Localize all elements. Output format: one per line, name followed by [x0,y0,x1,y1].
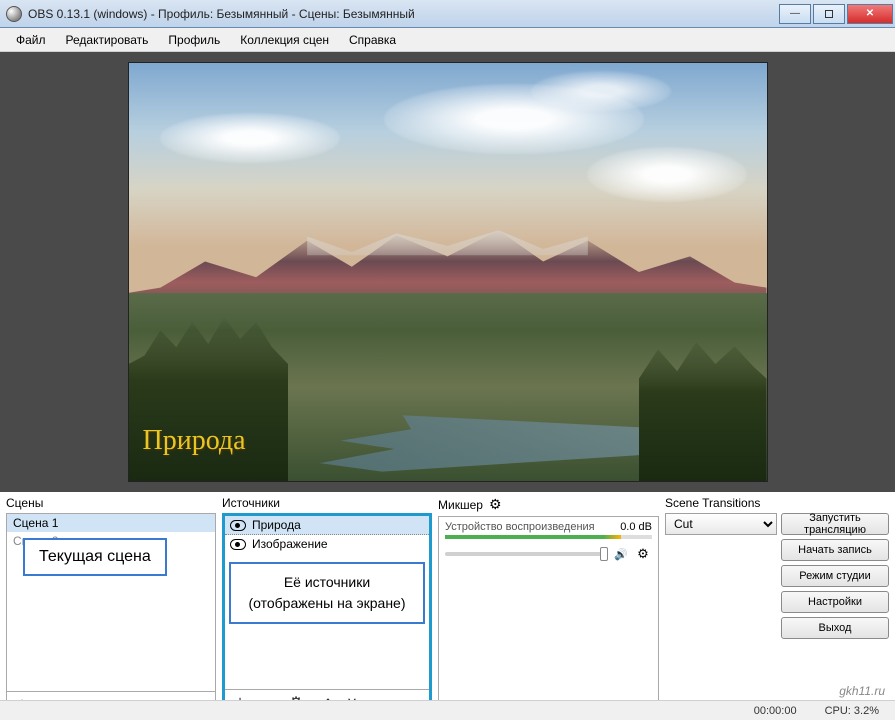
menu-edit[interactable]: Редактировать [56,30,159,50]
status-cpu: CPU: 3.2% [825,705,879,717]
menu-profile[interactable]: Профиль [158,30,230,50]
source-label: Природа [252,518,301,532]
window-title: OBS 0.13.1 (windows) - Профиль: Безымянн… [28,7,415,21]
source-item[interactable]: Природа [225,516,429,535]
sources-list: Природа Изображение Её источники (отобра… [222,513,432,718]
mixer-db-value: 0.0 dB [620,521,652,533]
mixer-mute-button[interactable] [612,545,630,563]
window-close-button[interactable]: ✕ [847,4,893,24]
status-time: 00:00:00 [754,705,797,717]
statusbar: 00:00:00 CPU: 3.2% [0,700,895,720]
menu-help[interactable]: Справка [339,30,406,50]
mixer-meter [445,535,652,539]
mixer-channel-settings-button[interactable] [634,545,652,563]
studio-mode-button[interactable]: Режим студии [781,565,889,587]
mixer-settings-icon[interactable] [489,496,502,513]
annotation-current-scene: Текущая сцена [23,538,167,576]
source-item[interactable]: Изображение [225,535,429,553]
scenes-panel: Сцены Сцена 1 Сцена 2 Текущая сцена + − … [6,496,216,718]
settings-button[interactable]: Настройки [781,591,889,613]
preview-canvas[interactable]: Природа [128,62,768,482]
menubar: Файл Редактировать Профиль Коллекция сце… [0,28,895,52]
mixer-body: Устройство воспроизведения 0.0 dB [438,516,659,718]
scenes-title: Сцены [6,496,216,513]
window-minimize-button[interactable]: — [779,4,811,24]
exit-button[interactable]: Выход [781,617,889,639]
sources-title: Источники [222,496,432,513]
menu-scene-collection[interactable]: Коллекция сцен [230,30,339,50]
scenes-list: Сцена 1 Сцена 2 Текущая сцена + − ∧ ∨ [6,513,216,718]
preview-area: Природа [0,52,895,492]
scene-item[interactable]: Сцена 1 [7,514,215,532]
start-record-button[interactable]: Начать запись [781,539,889,561]
start-stream-button[interactable]: Запустить трансляцию [781,513,889,535]
main-controls: Начать запись Режим студии Настройки Вых… [665,539,889,639]
mixer-volume-slider[interactable] [445,552,608,556]
mixer-title: Микшер [438,496,659,516]
window-controls: — ✕ [779,4,895,24]
app-icon [6,6,22,22]
preview-overlay-text: Природа [143,425,246,457]
annotation-sources: Её источники (отображены на экране) [229,562,425,624]
mixer-panel: Микшер Устройство воспроизведения 0.0 dB [438,496,659,718]
watermark: gkh11.ru [839,684,885,698]
window-titlebar: OBS 0.13.1 (windows) - Профиль: Безымянн… [0,0,895,28]
window-maximize-button[interactable] [813,4,845,24]
bottom-dock: Сцены Сцена 1 Сцена 2 Текущая сцена + − … [0,492,895,720]
mixer-channel: Устройство воспроизведения 0.0 dB [439,517,658,567]
visibility-icon[interactable] [230,539,246,550]
source-label: Изображение [252,537,328,551]
menu-file[interactable]: Файл [6,30,56,50]
transition-select[interactable]: Cut [665,513,777,535]
visibility-icon[interactable] [230,520,246,531]
transitions-title: Scene Transitions [665,496,889,513]
mixer-channel-name: Устройство воспроизведения [445,521,595,533]
sources-panel: Источники Природа Изображение Её источни… [222,496,432,718]
